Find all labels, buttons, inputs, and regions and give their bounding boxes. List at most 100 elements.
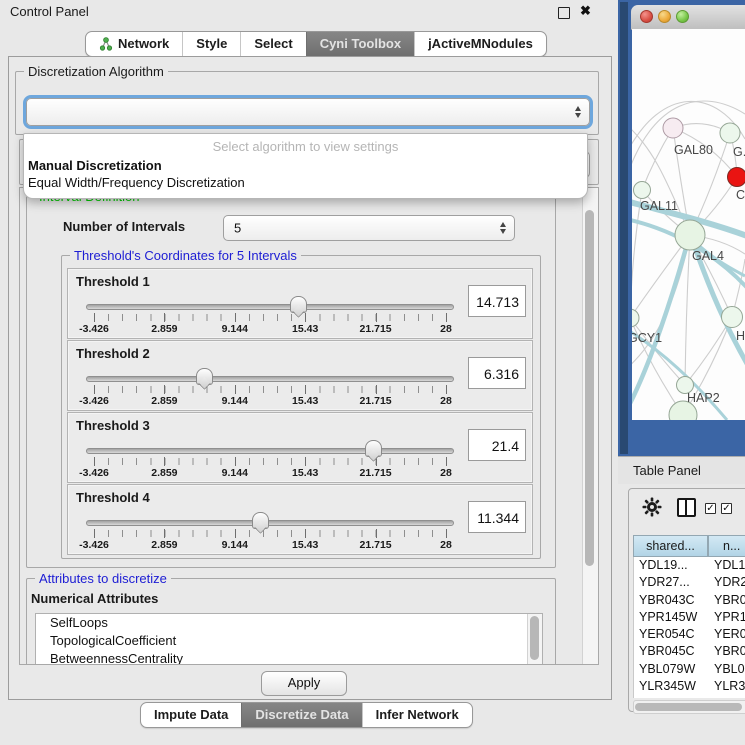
attributes-list-scrollbar[interactable] [527, 614, 542, 665]
network-tab-icon [99, 37, 113, 51]
tick-label: 9.144 [222, 395, 248, 407]
network-node[interactable] [663, 118, 683, 138]
node-label: H [736, 329, 745, 343]
table-horizontal-scrollbar[interactable] [633, 700, 745, 714]
table-panel-body: ✓ ✓ shared... n... YDL19...YDL1... YDR27… [628, 488, 745, 712]
show-columns-icon[interactable] [677, 498, 696, 517]
threshold-1-slider[interactable]: -3.426 2.859 9.144 15.43 21.715 28 [86, 291, 454, 335]
node-label: G. [733, 145, 745, 159]
float-window-icon[interactable] [558, 7, 570, 19]
network-node-selected-red[interactable] [728, 168, 745, 187]
popup-prompt: Select algorithm to view settings [24, 139, 587, 154]
tick-label: 28 [440, 395, 452, 407]
table-row[interactable]: YER054CYER0... [634, 626, 745, 643]
column-header-name[interactable]: n... [708, 535, 745, 557]
threshold-2-value-field[interactable]: 6.316 [468, 357, 526, 389]
network-view-window[interactable]: GAL80 G. GAL11 C GAL4 GCY1 H HAP2 [618, 0, 745, 456]
column-header-shared-name[interactable]: shared... [633, 535, 708, 557]
tick-label: 2.859 [151, 323, 177, 335]
scrollbar-thumb[interactable] [585, 210, 594, 566]
threshold-3-value-field[interactable]: 21.4 [468, 429, 526, 461]
gear-icon[interactable] [642, 497, 662, 517]
scrollbar-thumb[interactable] [635, 703, 742, 711]
zoom-traffic-light[interactable] [676, 10, 689, 23]
tick-label: 21.715 [360, 395, 392, 407]
list-item[interactable]: TopologicalCoefficient [36, 632, 542, 650]
tick-label: 2.859 [151, 395, 177, 407]
network-node[interactable] [632, 309, 639, 327]
table-row[interactable]: YDL19...YDL1... [634, 557, 745, 574]
threshold-3-slider[interactable]: -3.426 2.859 9.144 15.43 21.715 28 [86, 435, 454, 479]
algorithm-combo[interactable] [26, 98, 590, 126]
screenshot-root: Control Panel ✖ Network Style Select [0, 0, 745, 745]
interval-definition-group: Interval Definition Number of Intervals … [26, 196, 556, 568]
network-node[interactable] [675, 220, 705, 250]
network-node[interactable] [634, 182, 651, 199]
select-all-checkbox-icon[interactable]: ✓ [705, 503, 716, 514]
network-node[interactable] [720, 123, 740, 143]
num-intervals-label: Number of Intervals [63, 219, 185, 234]
tick-label: 15.43 [292, 395, 318, 407]
table-row[interactable]: YBR043CYBR0... [634, 592, 745, 609]
table-rows: YDL19...YDL1... YDR27...YDR2... YBR043CY… [633, 557, 745, 698]
algorithm-dropdown-popup: Select algorithm to view settings Manual… [23, 133, 588, 199]
popup-option-manual[interactable]: Manual Discretization [26, 157, 585, 174]
tab-infer-network[interactable]: Infer Network [362, 703, 472, 727]
tick-label: 15.43 [292, 323, 318, 335]
threshold-4-value-field[interactable]: 11.344 [468, 501, 526, 533]
list-item[interactable]: SelfLoops [36, 614, 542, 632]
tab-impute-data[interactable]: Impute Data [141, 703, 241, 727]
network-window-titlebar[interactable] [631, 5, 745, 30]
settings-scrollpane: Interval Definition Number of Intervals … [19, 187, 599, 665]
slider-thumb[interactable] [365, 440, 382, 457]
top-tab-bar: Network Style Select Cyni Toolbox jActiv… [85, 31, 547, 57]
network-node[interactable] [722, 307, 743, 328]
threshold-1-panel: Threshold 1 -3.426 2.859 9.144 15.43 [67, 268, 533, 339]
threshold-1-value-field[interactable]: 14.713 [468, 285, 526, 317]
discretization-algorithm-title: Discretization Algorithm [24, 64, 168, 79]
slider-thumb[interactable] [252, 512, 269, 529]
slider-thumb[interactable] [196, 368, 213, 385]
slider-thumb[interactable] [290, 296, 307, 313]
tab-jactivemnodules[interactable]: jActiveMNodules [414, 32, 546, 56]
node-label: GCY1 [632, 331, 662, 345]
num-intervals-combo[interactable]: 5 [223, 215, 515, 241]
select-none-checkbox-icon[interactable]: ✓ [721, 503, 732, 514]
tab-select[interactable]: Select [240, 32, 305, 56]
tick-label: 9.144 [222, 467, 248, 479]
close-icon[interactable]: ✖ [580, 3, 591, 19]
scrollbar-thumb[interactable] [530, 616, 539, 660]
settings-vertical-scrollbar[interactable] [582, 188, 598, 664]
table-row[interactable]: YBR045CYBR0... [634, 643, 745, 660]
attributes-group: Attributes to discretize Numerical Attri… [26, 578, 556, 665]
minimize-traffic-light[interactable] [658, 10, 671, 23]
apply-button[interactable]: Apply [261, 671, 347, 696]
attributes-group-title: Attributes to discretize [35, 571, 171, 586]
network-canvas[interactable]: GAL80 G. GAL11 C GAL4 GCY1 H HAP2 [632, 29, 745, 420]
panel-title: Control Panel [10, 4, 89, 19]
num-intervals-value: 5 [234, 221, 241, 236]
threshold-4-label: Threshold 4 [76, 490, 150, 505]
node-label: GAL4 [692, 249, 724, 263]
threshold-4-slider[interactable]: -3.426 2.859 9.144 15.43 21.715 28 [86, 507, 454, 551]
table-row[interactable]: YPR145WYPR1... [634, 609, 745, 626]
popup-option-equal-width[interactable]: Equal Width/Frequency Discretization [26, 174, 585, 191]
table-row[interactable]: YBL079WYBL0... [634, 661, 745, 678]
tab-discretize-data[interactable]: Discretize Data [241, 703, 361, 727]
table-row[interactable]: YLR345WYLR3... [634, 678, 745, 695]
cyni-toolbox-content: Discretization Algorithm Select algorith… [8, 56, 612, 700]
tab-network-label: Network [118, 32, 169, 56]
list-item[interactable]: BetweennessCentrality [36, 650, 542, 665]
tick-label: 28 [440, 467, 452, 479]
tab-style[interactable]: Style [182, 32, 240, 56]
close-traffic-light[interactable] [640, 10, 653, 23]
tab-network[interactable]: Network [86, 32, 182, 56]
tab-cyni-toolbox[interactable]: Cyni Toolbox [306, 32, 414, 56]
threshold-2-slider[interactable]: -3.426 2.859 9.144 15.43 21.715 28 [86, 363, 454, 407]
table-row[interactable]: YDR27...YDR2... [634, 574, 745, 591]
network-graph[interactable]: GAL80 G. GAL11 C GAL4 GCY1 H HAP2 [632, 29, 745, 420]
tick-label: 9.144 [222, 323, 248, 335]
table-row[interactable]: YIL052CYIL0... [634, 695, 745, 698]
table-panel-header: Table Panel [618, 456, 745, 484]
numerical-attributes-label: Numerical Attributes [31, 591, 158, 606]
